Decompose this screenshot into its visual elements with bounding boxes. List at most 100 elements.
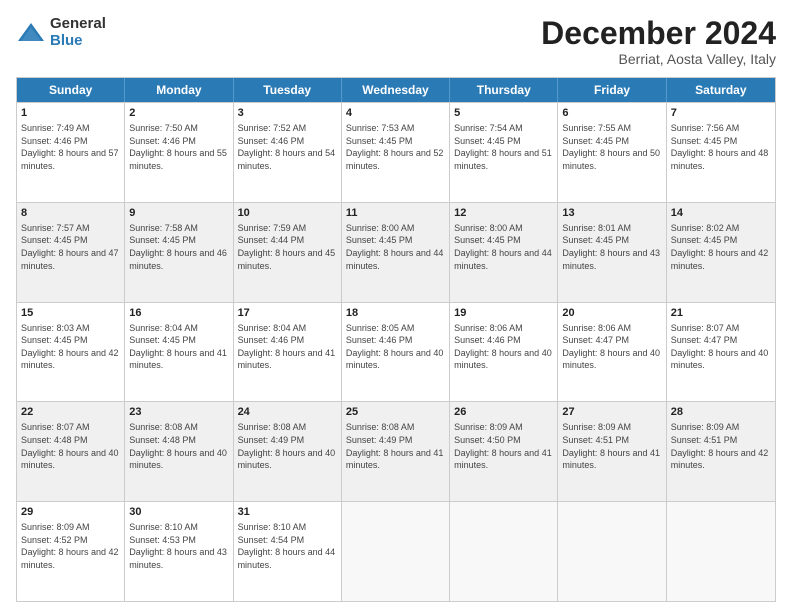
logo-blue-text: Blue: [50, 33, 106, 50]
cell-dec-21: 21 Sunrise: 8:07 AM Sunset: 4:47 PM Dayl…: [667, 303, 775, 402]
week-row-1: 1 Sunrise: 7:49 AM Sunset: 4:46 PM Dayli…: [17, 102, 775, 202]
calendar: Sunday Monday Tuesday Wednesday Thursday…: [16, 77, 776, 602]
logo-general-text: General: [50, 16, 106, 33]
cell-info: Sunrise: 7:59 AM Sunset: 4:44 PM Dayligh…: [238, 222, 337, 272]
cell-dec-16: 16 Sunrise: 8:04 AM Sunset: 4:45 PM Dayl…: [125, 303, 233, 402]
cell-dec-27: 27 Sunrise: 8:09 AM Sunset: 4:51 PM Dayl…: [558, 402, 666, 501]
cell-info: Sunrise: 8:08 AM Sunset: 4:49 PM Dayligh…: [238, 421, 337, 471]
cell-info: Sunrise: 8:07 AM Sunset: 4:47 PM Dayligh…: [671, 322, 771, 372]
cell-dec-26: 26 Sunrise: 8:09 AM Sunset: 4:50 PM Dayl…: [450, 402, 558, 501]
title-block: December 2024 Berriat, Aosta Valley, Ita…: [541, 16, 776, 67]
cell-dec-8: 8 Sunrise: 7:57 AM Sunset: 4:45 PM Dayli…: [17, 203, 125, 302]
day-number: 19: [454, 306, 553, 321]
cell-info: Sunrise: 8:05 AM Sunset: 4:46 PM Dayligh…: [346, 322, 445, 372]
day-number: 22: [21, 405, 120, 420]
cell-dec-23: 23 Sunrise: 8:08 AM Sunset: 4:48 PM Dayl…: [125, 402, 233, 501]
cell-info: Sunrise: 8:09 AM Sunset: 4:51 PM Dayligh…: [562, 421, 661, 471]
header-monday: Monday: [125, 78, 233, 102]
cell-dec-28: 28 Sunrise: 8:09 AM Sunset: 4:51 PM Dayl…: [667, 402, 775, 501]
day-number: 15: [21, 306, 120, 321]
cell-info: Sunrise: 8:00 AM Sunset: 4:45 PM Dayligh…: [454, 222, 553, 272]
day-number: 21: [671, 306, 771, 321]
cell-dec-12: 12 Sunrise: 8:00 AM Sunset: 4:45 PM Dayl…: [450, 203, 558, 302]
cell-empty-2: [450, 502, 558, 601]
cell-dec-14: 14 Sunrise: 8:02 AM Sunset: 4:45 PM Dayl…: [667, 203, 775, 302]
cell-dec-7: 7 Sunrise: 7:56 AM Sunset: 4:45 PM Dayli…: [667, 103, 775, 202]
cell-empty-1: [342, 502, 450, 601]
day-number: 17: [238, 306, 337, 321]
logo-icon: [16, 21, 46, 45]
day-number: 5: [454, 106, 553, 121]
cell-info: Sunrise: 8:08 AM Sunset: 4:48 PM Dayligh…: [129, 421, 228, 471]
cell-dec-15: 15 Sunrise: 8:03 AM Sunset: 4:45 PM Dayl…: [17, 303, 125, 402]
day-number: 26: [454, 405, 553, 420]
logo: General Blue: [16, 16, 106, 49]
cell-info: Sunrise: 7:56 AM Sunset: 4:45 PM Dayligh…: [671, 122, 771, 172]
day-number: 10: [238, 206, 337, 221]
cell-info: Sunrise: 7:52 AM Sunset: 4:46 PM Dayligh…: [238, 122, 337, 172]
header-sunday: Sunday: [17, 78, 125, 102]
month-year: December 2024: [541, 16, 776, 51]
cell-dec-17: 17 Sunrise: 8:04 AM Sunset: 4:46 PM Dayl…: [234, 303, 342, 402]
cell-dec-11: 11 Sunrise: 8:00 AM Sunset: 4:45 PM Dayl…: [342, 203, 450, 302]
cell-info: Sunrise: 8:03 AM Sunset: 4:45 PM Dayligh…: [21, 322, 120, 372]
week-row-5: 29 Sunrise: 8:09 AM Sunset: 4:52 PM Dayl…: [17, 501, 775, 601]
day-number: 4: [346, 106, 445, 121]
cell-dec-4: 4 Sunrise: 7:53 AM Sunset: 4:45 PM Dayli…: [342, 103, 450, 202]
header-saturday: Saturday: [667, 78, 775, 102]
location: Berriat, Aosta Valley, Italy: [541, 51, 776, 67]
cell-dec-22: 22 Sunrise: 8:07 AM Sunset: 4:48 PM Dayl…: [17, 402, 125, 501]
cell-dec-1: 1 Sunrise: 7:49 AM Sunset: 4:46 PM Dayli…: [17, 103, 125, 202]
day-number: 14: [671, 206, 771, 221]
day-number: 29: [21, 505, 120, 520]
cell-info: Sunrise: 8:08 AM Sunset: 4:49 PM Dayligh…: [346, 421, 445, 471]
day-number: 8: [21, 206, 120, 221]
week-row-4: 22 Sunrise: 8:07 AM Sunset: 4:48 PM Dayl…: [17, 401, 775, 501]
cell-info: Sunrise: 8:04 AM Sunset: 4:46 PM Dayligh…: [238, 322, 337, 372]
cell-dec-20: 20 Sunrise: 8:06 AM Sunset: 4:47 PM Dayl…: [558, 303, 666, 402]
page: General Blue December 2024 Berriat, Aost…: [0, 0, 792, 612]
cell-dec-5: 5 Sunrise: 7:54 AM Sunset: 4:45 PM Dayli…: [450, 103, 558, 202]
cell-info: Sunrise: 7:57 AM Sunset: 4:45 PM Dayligh…: [21, 222, 120, 272]
cell-info: Sunrise: 8:02 AM Sunset: 4:45 PM Dayligh…: [671, 222, 771, 272]
week-row-2: 8 Sunrise: 7:57 AM Sunset: 4:45 PM Dayli…: [17, 202, 775, 302]
day-number: 12: [454, 206, 553, 221]
cell-dec-19: 19 Sunrise: 8:06 AM Sunset: 4:46 PM Dayl…: [450, 303, 558, 402]
logo-text: General Blue: [50, 16, 106, 49]
header-wednesday: Wednesday: [342, 78, 450, 102]
cell-info: Sunrise: 8:10 AM Sunset: 4:54 PM Dayligh…: [238, 521, 337, 571]
cell-dec-9: 9 Sunrise: 7:58 AM Sunset: 4:45 PM Dayli…: [125, 203, 233, 302]
day-number: 6: [562, 106, 661, 121]
day-number: 25: [346, 405, 445, 420]
cell-info: Sunrise: 8:10 AM Sunset: 4:53 PM Dayligh…: [129, 521, 228, 571]
cell-info: Sunrise: 8:04 AM Sunset: 4:45 PM Dayligh…: [129, 322, 228, 372]
day-number: 2: [129, 106, 228, 121]
day-number: 11: [346, 206, 445, 221]
day-number: 27: [562, 405, 661, 420]
day-number: 16: [129, 306, 228, 321]
cell-info: Sunrise: 7:53 AM Sunset: 4:45 PM Dayligh…: [346, 122, 445, 172]
cell-dec-24: 24 Sunrise: 8:08 AM Sunset: 4:49 PM Dayl…: [234, 402, 342, 501]
day-number: 7: [671, 106, 771, 121]
cell-info: Sunrise: 8:06 AM Sunset: 4:46 PM Dayligh…: [454, 322, 553, 372]
day-number: 24: [238, 405, 337, 420]
day-number: 13: [562, 206, 661, 221]
cell-info: Sunrise: 8:09 AM Sunset: 4:52 PM Dayligh…: [21, 521, 120, 571]
cell-dec-3: 3 Sunrise: 7:52 AM Sunset: 4:46 PM Dayli…: [234, 103, 342, 202]
day-number: 3: [238, 106, 337, 121]
cell-info: Sunrise: 8:00 AM Sunset: 4:45 PM Dayligh…: [346, 222, 445, 272]
cell-info: Sunrise: 7:58 AM Sunset: 4:45 PM Dayligh…: [129, 222, 228, 272]
header-thursday: Thursday: [450, 78, 558, 102]
cell-info: Sunrise: 7:54 AM Sunset: 4:45 PM Dayligh…: [454, 122, 553, 172]
day-number: 28: [671, 405, 771, 420]
header-friday: Friday: [558, 78, 666, 102]
day-number: 20: [562, 306, 661, 321]
calendar-header: Sunday Monday Tuesday Wednesday Thursday…: [17, 78, 775, 102]
cell-dec-18: 18 Sunrise: 8:05 AM Sunset: 4:46 PM Dayl…: [342, 303, 450, 402]
cell-empty-3: [558, 502, 666, 601]
cell-dec-10: 10 Sunrise: 7:59 AM Sunset: 4:44 PM Dayl…: [234, 203, 342, 302]
cell-info: Sunrise: 8:06 AM Sunset: 4:47 PM Dayligh…: [562, 322, 661, 372]
cell-dec-6: 6 Sunrise: 7:55 AM Sunset: 4:45 PM Dayli…: [558, 103, 666, 202]
cell-info: Sunrise: 8:09 AM Sunset: 4:51 PM Dayligh…: [671, 421, 771, 471]
cell-dec-30: 30 Sunrise: 8:10 AM Sunset: 4:53 PM Dayl…: [125, 502, 233, 601]
